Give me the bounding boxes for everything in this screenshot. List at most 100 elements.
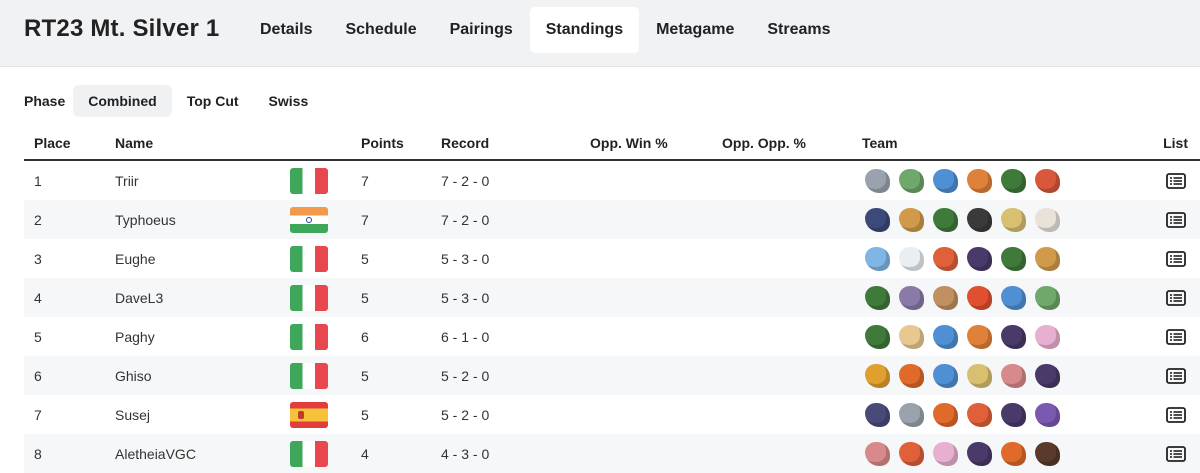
phase-swiss-button[interactable]: Swiss	[254, 85, 324, 117]
pokemon-sprite-icon[interactable]	[896, 166, 927, 196]
col-place[interactable]: Place	[24, 126, 115, 161]
table-row[interactable]: 3 Eughe 5 5 - 3 - 0	[24, 239, 1200, 278]
pokemon-sprite-icon[interactable]	[930, 439, 961, 469]
table-row[interactable]: 5 Paghy 6 6 - 1 - 0	[24, 317, 1200, 356]
pokemon-sprite-icon[interactable]	[896, 205, 927, 235]
list-icon[interactable]	[1166, 290, 1186, 307]
pokemon-sprite-icon[interactable]	[862, 322, 893, 352]
table-row[interactable]: 2 Typhoeus 7 7 - 2 - 0	[24, 200, 1200, 239]
tab-pairings[interactable]: Pairings	[434, 7, 529, 53]
list-icon[interactable]	[1166, 329, 1186, 346]
pokemon-sprite-icon[interactable]	[896, 361, 927, 391]
team-sprites	[862, 278, 1162, 317]
pokemon-sprite-icon[interactable]	[964, 361, 995, 391]
pokemon-sprite-icon[interactable]	[1032, 400, 1063, 430]
col-points[interactable]: Points	[361, 126, 441, 161]
phase-label: Phase	[24, 93, 66, 109]
player-name[interactable]: Eughe	[115, 239, 290, 278]
col-opp-win[interactable]: Opp. Win %	[590, 126, 722, 161]
table-row[interactable]: 8 AletheiaVGC 4 4 - 3 - 0	[24, 434, 1200, 473]
pokemon-sprite-icon[interactable]	[964, 283, 995, 313]
pokemon-sprite-icon[interactable]	[998, 322, 1029, 352]
player-name[interactable]: AletheiaVGC	[115, 434, 290, 473]
pokemon-sprite-icon[interactable]	[930, 166, 961, 196]
pokemon-sprite-icon[interactable]	[862, 166, 893, 196]
player-name[interactable]: Susej	[115, 395, 290, 434]
player-name[interactable]: Typhoeus	[115, 200, 290, 239]
table-row[interactable]: 6 Ghiso 5 5 - 2 - 0	[24, 356, 1200, 395]
opp-win-cell	[590, 317, 722, 356]
player-name[interactable]: Paghy	[115, 317, 290, 356]
player-name[interactable]: Triir	[115, 160, 290, 200]
pokemon-sprite-icon[interactable]	[896, 439, 927, 469]
tab-streams[interactable]: Streams	[751, 7, 846, 53]
pokemon-sprite-icon[interactable]	[930, 400, 961, 430]
pokemon-sprite-icon[interactable]	[998, 439, 1029, 469]
list-cell	[1162, 278, 1200, 317]
list-icon[interactable]	[1166, 446, 1186, 463]
pokemon-sprite-icon[interactable]	[998, 205, 1029, 235]
pokemon-sprite-icon[interactable]	[930, 244, 961, 274]
phase-combined-button[interactable]: Combined	[73, 85, 172, 117]
pokemon-sprite-icon[interactable]	[862, 205, 893, 235]
table-row[interactable]: 1 Triir 7 7 - 2 - 0	[24, 160, 1200, 200]
flag-cell	[290, 395, 361, 434]
pokemon-sprite-icon[interactable]	[1032, 439, 1063, 469]
flag-cell	[290, 317, 361, 356]
pokemon-sprite-icon[interactable]	[998, 244, 1029, 274]
pokemon-sprite-icon[interactable]	[930, 283, 961, 313]
pokemon-sprite-icon[interactable]	[862, 283, 893, 313]
country-flag-icon	[290, 440, 328, 467]
pokemon-sprite-icon[interactable]	[1032, 166, 1063, 196]
table-row[interactable]: 4 DaveL3 5 5 - 3 - 0	[24, 278, 1200, 317]
player-name[interactable]: Ghiso	[115, 356, 290, 395]
list-cell	[1162, 356, 1200, 395]
pokemon-sprite-icon[interactable]	[896, 400, 927, 430]
pokemon-sprite-icon[interactable]	[964, 205, 995, 235]
pokemon-sprite-icon[interactable]	[896, 244, 927, 274]
pokemon-sprite-icon[interactable]	[964, 166, 995, 196]
pokemon-sprite-icon[interactable]	[930, 361, 961, 391]
list-icon[interactable]	[1166, 251, 1186, 268]
tab-standings[interactable]: Standings	[529, 7, 640, 53]
pokemon-sprite-icon[interactable]	[862, 400, 893, 430]
pokemon-sprite-icon[interactable]	[1032, 361, 1063, 391]
opp-win-cell	[590, 239, 722, 278]
col-name[interactable]: Name	[115, 126, 290, 161]
pokemon-sprite-icon[interactable]	[998, 166, 1029, 196]
list-icon[interactable]	[1166, 368, 1186, 385]
tab-details[interactable]: Details	[244, 7, 328, 53]
pokemon-sprite-icon[interactable]	[1032, 322, 1063, 352]
place-cell: 6	[24, 356, 115, 395]
pokemon-sprite-icon[interactable]	[862, 244, 893, 274]
pokemon-sprite-icon[interactable]	[930, 205, 961, 235]
table-row[interactable]: 7 Susej 5 5 - 2 - 0	[24, 395, 1200, 434]
pokemon-sprite-icon[interactable]	[964, 439, 995, 469]
pokemon-sprite-icon[interactable]	[964, 322, 995, 352]
pokemon-sprite-icon[interactable]	[998, 400, 1029, 430]
pokemon-sprite-icon[interactable]	[896, 322, 927, 352]
phase-top-cut-button[interactable]: Top Cut	[172, 85, 254, 117]
pokemon-sprite-icon[interactable]	[862, 361, 893, 391]
pokemon-sprite-icon[interactable]	[964, 400, 995, 430]
pokemon-sprite-icon[interactable]	[1032, 283, 1063, 313]
col-opp-opp[interactable]: Opp. Opp. %	[722, 126, 862, 161]
player-name[interactable]: DaveL3	[115, 278, 290, 317]
list-icon[interactable]	[1166, 173, 1186, 190]
tab-schedule[interactable]: Schedule	[329, 7, 432, 53]
pokemon-sprite-icon[interactable]	[1032, 205, 1063, 235]
pokemon-sprite-icon[interactable]	[998, 361, 1029, 391]
pokemon-sprite-icon[interactable]	[862, 439, 893, 469]
col-record[interactable]: Record	[441, 126, 590, 161]
record-cell: 6 - 1 - 0	[441, 328, 490, 345]
list-icon[interactable]	[1166, 212, 1186, 229]
pokemon-sprite-icon[interactable]	[1032, 244, 1063, 274]
opp-opp-cell	[722, 160, 862, 200]
points-cell: 6	[361, 328, 369, 345]
list-icon[interactable]	[1166, 407, 1186, 424]
pokemon-sprite-icon[interactable]	[930, 322, 961, 352]
pokemon-sprite-icon[interactable]	[896, 283, 927, 313]
pokemon-sprite-icon[interactable]	[964, 244, 995, 274]
pokemon-sprite-icon[interactable]	[998, 283, 1029, 313]
tab-metagame[interactable]: Metagame	[640, 7, 750, 53]
